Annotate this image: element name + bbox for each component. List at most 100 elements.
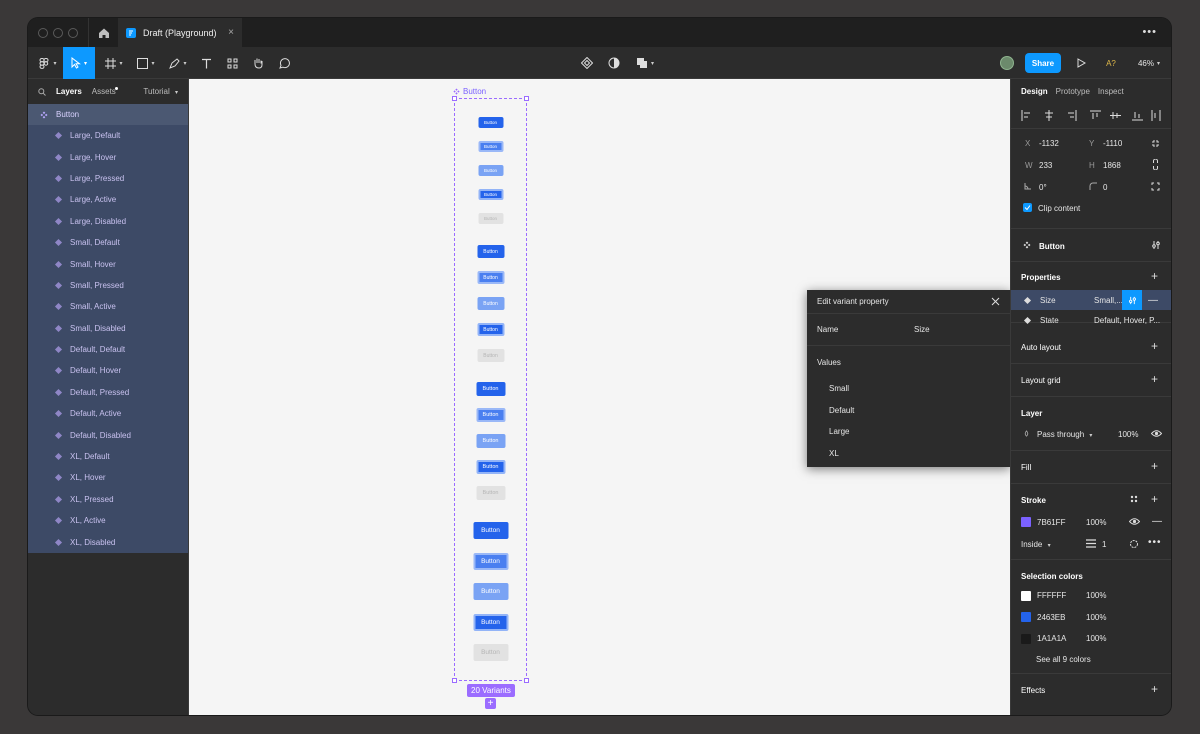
hand-tool-button[interactable] <box>248 47 268 79</box>
share-button[interactable]: Share <box>1025 53 1061 73</box>
stroke-position-select[interactable]: Inside ▾ <box>1021 540 1051 549</box>
variant-value-item[interactable]: Large <box>807 421 1010 443</box>
layer-item[interactable]: Small, Disabled <box>28 318 188 339</box>
close-window-button[interactable] <box>38 28 48 38</box>
remove-stroke-button[interactable]: — <box>1152 516 1162 527</box>
color-swatch[interactable] <box>1021 612 1031 623</box>
button-variant[interactable]: Button <box>476 382 505 396</box>
main-menu-button[interactable]: ▾ <box>34 47 62 79</box>
button-variant[interactable]: Button <box>476 434 505 448</box>
button-variant[interactable]: Button <box>473 644 508 661</box>
tab-assets[interactable]: Assets <box>92 87 116 96</box>
variant-value-item[interactable]: XL <box>807 443 1010 465</box>
button-variant[interactable]: Button <box>476 486 505 500</box>
button-variant[interactable]: Button <box>477 349 504 362</box>
add-fill-button[interactable]: + <box>1151 460 1158 472</box>
close-icon[interactable] <box>991 297 1000 306</box>
variant-value-item[interactable]: Small <box>807 378 1010 400</box>
button-variant[interactable]: Button <box>478 165 503 176</box>
name-input[interactable]: Size <box>914 325 930 334</box>
button-variant[interactable]: Button <box>477 271 504 284</box>
layer-item[interactable]: Large, Disabled <box>28 211 188 232</box>
button-variant[interactable]: Button <box>473 552 508 570</box>
resize-handle[interactable] <box>524 96 529 101</box>
layer-item[interactable]: Large, Hover <box>28 146 188 167</box>
color-swatch[interactable] <box>1021 590 1031 601</box>
stroke-opacity-input[interactable]: 100% <box>1086 518 1106 527</box>
move-tool-button[interactable]: ▾ <box>63 47 95 79</box>
add-property-button[interactable]: + <box>1151 270 1158 282</box>
layer-item[interactable]: Default, Default <box>28 339 188 360</box>
selection-color-row[interactable]: FFFFFF 100% <box>1011 585 1171 607</box>
style-grid-icon[interactable] <box>1130 495 1138 503</box>
layer-item[interactable]: XL, Default <box>28 446 188 467</box>
alignment-icons[interactable] <box>1021 110 1161 121</box>
layer-component-set[interactable]: Button <box>28 104 188 125</box>
button-variant[interactable]: Button <box>478 189 503 200</box>
advanced-stroke-button[interactable]: ••• <box>1148 537 1162 548</box>
property-row-state[interactable]: State Default, Hover, P... <box>1011 310 1171 330</box>
layer-item[interactable]: Small, Default <box>28 232 188 253</box>
more-options-button[interactable]: ••• <box>1142 26 1157 38</box>
selection-color-row[interactable]: 1A1A1A 100% <box>1011 628 1171 650</box>
color-opacity[interactable]: 100% <box>1086 591 1106 600</box>
tab-prototype[interactable]: Prototype <box>1056 87 1090 96</box>
stroke-color-input[interactable]: 7B61FF <box>1037 518 1065 527</box>
home-button[interactable] <box>88 18 118 47</box>
tab-layers[interactable]: Layers <box>56 87 82 96</box>
independent-corners-icon[interactable] <box>1151 182 1160 191</box>
clip-content-checkbox[interactable] <box>1023 203 1032 212</box>
color-opacity[interactable]: 100% <box>1086 613 1106 622</box>
color-hex[interactable]: FFFFFF <box>1037 591 1086 600</box>
tab-design[interactable]: Design <box>1021 87 1048 96</box>
button-variant[interactable]: Button <box>478 213 503 224</box>
layer-item[interactable]: Small, Pressed <box>28 275 188 296</box>
layer-item[interactable]: Large, Pressed <box>28 168 188 189</box>
rotation-input[interactable]: 0° <box>1039 183 1047 192</box>
button-variant[interactable]: Button <box>473 613 508 631</box>
boolean-ops-button[interactable]: ▾ <box>632 47 658 79</box>
add-auto-layout-button[interactable]: + <box>1151 340 1158 352</box>
lock-ratio-icon[interactable] <box>1152 159 1159 170</box>
button-variant[interactable]: Button <box>477 297 504 310</box>
layer-opacity-input[interactable]: 100% <box>1118 430 1138 439</box>
resize-handle[interactable] <box>452 678 457 683</box>
layer-item[interactable]: XL, Pressed <box>28 489 188 510</box>
add-stroke-button[interactable]: + <box>1151 493 1158 505</box>
add-variant-button[interactable]: + <box>485 698 496 709</box>
button-variant[interactable]: Button <box>478 117 503 128</box>
present-button[interactable] <box>1073 47 1089 79</box>
mask-button[interactable] <box>604 47 624 79</box>
radius-input[interactable]: 0 <box>1103 183 1107 192</box>
w-input[interactable]: 233 <box>1039 161 1052 170</box>
layer-item[interactable]: Default, Pressed <box>28 382 188 403</box>
button-variant[interactable]: Button <box>477 323 504 336</box>
resources-button[interactable] <box>222 47 242 79</box>
layer-item[interactable]: Large, Default <box>28 125 188 146</box>
stroke-color-swatch[interactable] <box>1021 517 1031 527</box>
layer-item[interactable]: Small, Active <box>28 296 188 317</box>
page-selector[interactable]: Tutorial ▾ <box>143 87 178 96</box>
blend-mode-select[interactable]: Pass through ▾ <box>1037 430 1092 439</box>
frame-label[interactable]: Button <box>453 87 486 96</box>
file-tab[interactable]: Draft (Playground) × <box>118 18 242 47</box>
color-hex[interactable]: 1A1A1A <box>1037 634 1086 643</box>
h-input[interactable]: 1868 <box>1103 161 1121 170</box>
zoom-menu[interactable]: 46% ▾ <box>1132 47 1166 79</box>
layer-item[interactable]: XL, Hover <box>28 467 188 488</box>
selection-color-row[interactable]: 2463EB 100% <box>1011 607 1171 629</box>
y-input[interactable]: -1110 <box>1103 139 1122 148</box>
frame-tool-button[interactable]: ▾ <box>100 47 128 79</box>
create-component-button[interactable] <box>577 47 597 79</box>
component-set-frame[interactable]: Button Button Button Button Button Button Butt… <box>452 96 529 683</box>
button-variant[interactable]: Button <box>473 583 508 600</box>
layer-item[interactable]: Large, Active <box>28 189 188 210</box>
add-effect-button[interactable]: + <box>1151 683 1158 695</box>
button-variant[interactable]: Button <box>478 141 503 152</box>
eye-icon[interactable] <box>1151 429 1162 438</box>
x-input[interactable]: -1132 <box>1039 139 1059 148</box>
pen-tool-button[interactable]: ▾ <box>164 47 192 79</box>
remove-property-button[interactable]: — <box>1148 295 1158 306</box>
comment-tool-button[interactable] <box>274 47 294 79</box>
layer-item[interactable]: Default, Disabled <box>28 424 188 445</box>
